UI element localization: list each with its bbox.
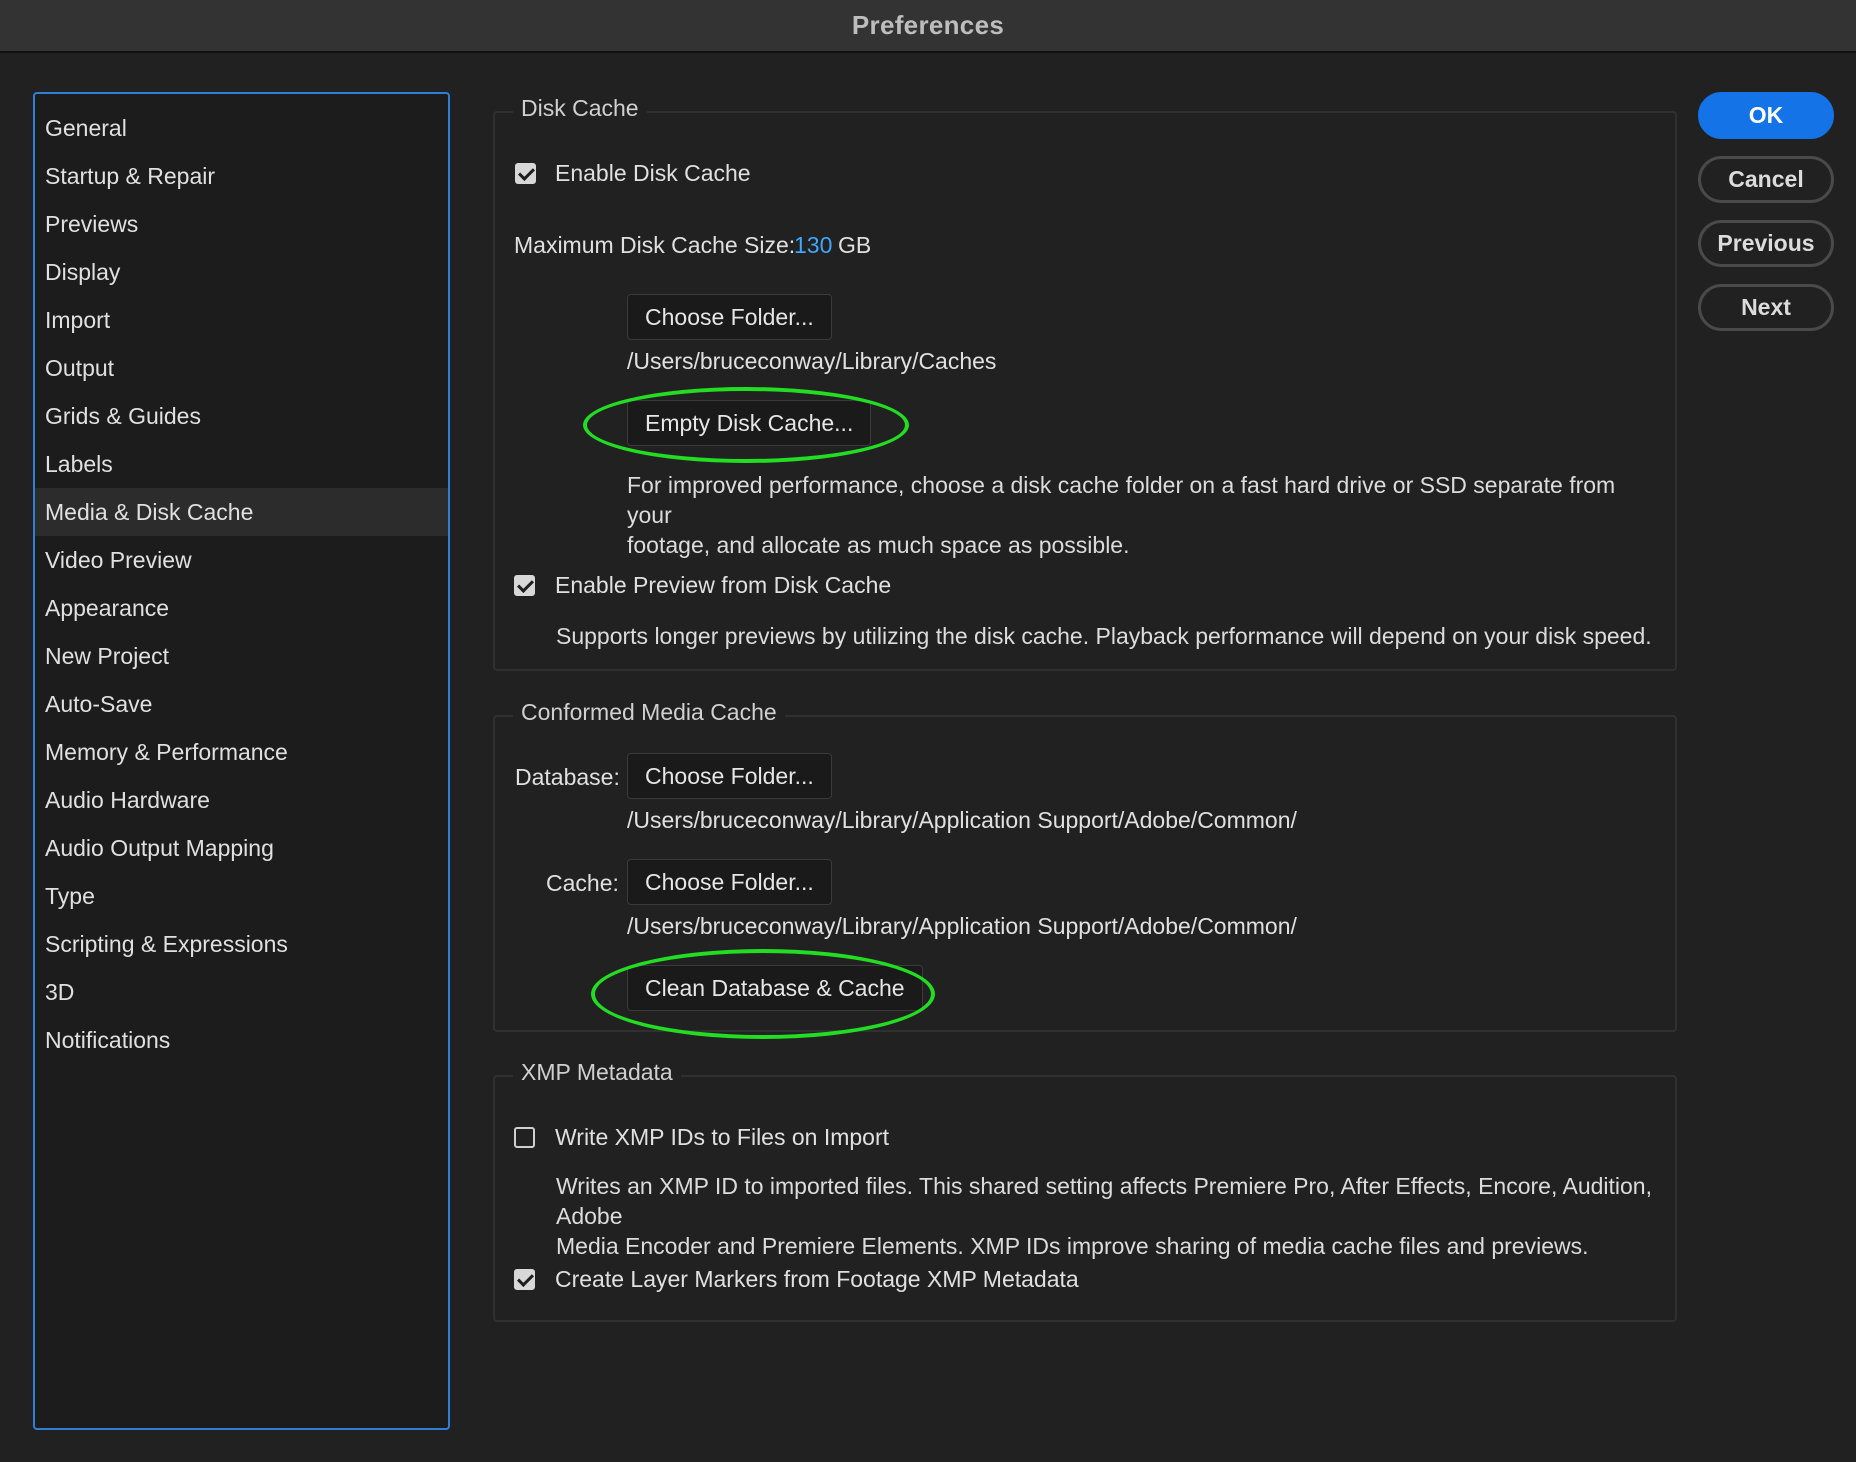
xmp-metadata-section: XMP Metadata Write XMP IDs to Files on I… [493, 1059, 1677, 1322]
sidebar-item-display[interactable]: Display [35, 248, 448, 296]
max-cache-size-unit: GB [838, 232, 872, 258]
preferences-category-list: General Startup & Repair Previews Displa… [33, 92, 450, 1430]
sidebar-item-startup-repair[interactable]: Startup & Repair [35, 152, 448, 200]
max-cache-size-label: Maximum Disk Cache Size: [514, 232, 796, 258]
sidebar-item-output[interactable]: Output [35, 344, 448, 392]
disk-cache-tip-line-1: For improved performance, choose a disk … [627, 472, 1616, 528]
sidebar-item-general[interactable]: General [35, 104, 448, 152]
sidebar-item-appearance[interactable]: Appearance [35, 584, 448, 632]
write-xmp-ids-desc-line-1: Writes an XMP ID to imported files. This… [556, 1173, 1652, 1229]
sidebar-item-scripting-expressions[interactable]: Scripting & Expressions [35, 920, 448, 968]
max-cache-size-value[interactable]: 130 [794, 232, 832, 259]
write-xmp-ids-desc-line-2: Media Encoder and Premiere Elements. XMP… [556, 1233, 1589, 1259]
write-xmp-ids-checkbox[interactable] [514, 1127, 535, 1148]
clean-database-cache-button[interactable]: Clean Database & Cache [627, 965, 923, 1011]
sidebar-item-auto-save[interactable]: Auto-Save [35, 680, 448, 728]
xmp-metadata-legend: XMP Metadata [513, 1059, 681, 1086]
enable-preview-disk-cache-checkbox[interactable] [514, 575, 535, 596]
sidebar-item-media-disk-cache[interactable]: Media & Disk Cache [35, 488, 448, 536]
sidebar-item-type[interactable]: Type [35, 872, 448, 920]
sidebar-item-3d[interactable]: 3D [35, 968, 448, 1016]
sidebar-item-labels[interactable]: Labels [35, 440, 448, 488]
write-xmp-ids-label[interactable]: Write XMP IDs to Files on Import [555, 1124, 889, 1151]
database-folder-path: /Users/bruceconway/Library/Application S… [627, 807, 1297, 833]
window-title: Preferences [851, 10, 1005, 40]
sidebar-item-audio-hardware[interactable]: Audio Hardware [35, 776, 448, 824]
ok-button[interactable]: OK [1698, 92, 1834, 139]
create-layer-markers-label[interactable]: Create Layer Markers from Footage XMP Me… [555, 1266, 1079, 1293]
sidebar-item-notifications[interactable]: Notifications [35, 1016, 448, 1064]
enable-preview-disk-cache-desc: Supports longer previews by utilizing th… [556, 623, 1652, 649]
disk-cache-tip-line-2: footage, and allocate as much space as p… [627, 532, 1130, 558]
sidebar-item-memory-performance[interactable]: Memory & Performance [35, 728, 448, 776]
database-choose-folder-button[interactable]: Choose Folder... [627, 753, 832, 799]
title-bar: Preferences [0, 0, 1856, 53]
sidebar-item-video-preview[interactable]: Video Preview [35, 536, 448, 584]
previous-button[interactable]: Previous [1698, 220, 1834, 267]
disk-cache-choose-folder-button[interactable]: Choose Folder... [627, 294, 832, 340]
database-label: Database: [515, 764, 620, 790]
enable-disk-cache-label[interactable]: Enable Disk Cache [555, 160, 751, 187]
write-xmp-ids-desc: Writes an XMP ID to imported files. This… [556, 1171, 1666, 1261]
cancel-button[interactable]: Cancel [1698, 156, 1834, 203]
disk-cache-legend: Disk Cache [513, 95, 647, 122]
sidebar-item-previews[interactable]: Previews [35, 200, 448, 248]
conformed-media-cache-legend: Conformed Media Cache [513, 699, 785, 726]
cache-choose-folder-button[interactable]: Choose Folder... [627, 859, 832, 905]
enable-disk-cache-checkbox[interactable] [515, 163, 536, 184]
cache-folder-path: /Users/bruceconway/Library/Application S… [627, 913, 1297, 939]
disk-cache-tip: For improved performance, choose a disk … [627, 470, 1657, 560]
enable-preview-disk-cache-label[interactable]: Enable Preview from Disk Cache [555, 572, 891, 599]
disk-cache-folder-path: /Users/bruceconway/Library/Caches [627, 348, 997, 374]
disk-cache-section: Disk Cache Enable Disk Cache Maximum Dis… [493, 95, 1677, 671]
empty-disk-cache-button[interactable]: Empty Disk Cache... [627, 400, 872, 446]
sidebar-item-grids-guides[interactable]: Grids & Guides [35, 392, 448, 440]
next-button[interactable]: Next [1698, 284, 1834, 331]
conformed-media-cache-section: Conformed Media Cache Database: Choose F… [493, 699, 1677, 1039]
sidebar-item-new-project[interactable]: New Project [35, 632, 448, 680]
cache-label: Cache: [546, 870, 619, 896]
sidebar-item-import[interactable]: Import [35, 296, 448, 344]
create-layer-markers-checkbox[interactable] [514, 1269, 535, 1290]
sidebar-item-audio-output-mapping[interactable]: Audio Output Mapping [35, 824, 448, 872]
